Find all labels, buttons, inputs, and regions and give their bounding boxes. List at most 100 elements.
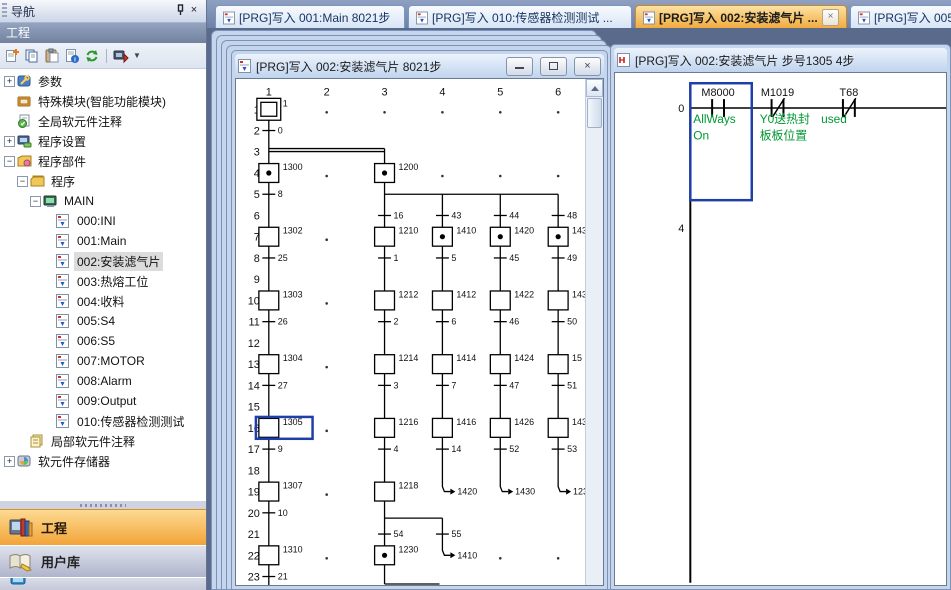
document-tab-1[interactable]: [PRG]写入 010:传感器检测测试 ... xyxy=(408,5,632,28)
tree-item-18[interactable]: 局部软元件注释 xyxy=(0,431,206,451)
expand-toggle[interactable]: + xyxy=(4,456,15,467)
sfc-step-1310[interactable]: 1310 xyxy=(259,544,303,564)
sfc-step-1300[interactable]: 1300 xyxy=(259,162,303,182)
sfc-empty-cell-dot[interactable] xyxy=(557,175,560,178)
sfc-step-1[interactable]: 1 xyxy=(257,98,288,120)
sfc-step-1420[interactable]: 1420 xyxy=(490,226,534,246)
sfc-step-1416[interactable]: 1416 xyxy=(432,417,476,437)
sfc-jump-1230[interactable]: 1230 xyxy=(558,487,585,497)
scrollbar-up-button[interactable] xyxy=(586,79,603,97)
sfc-empty-cell-dot[interactable] xyxy=(441,175,444,178)
sfc-step-1200[interactable]: 1200 xyxy=(375,162,419,182)
vertical-scrollbar[interactable] xyxy=(585,79,603,585)
sfc-jump-1420[interactable]: 1420 xyxy=(442,487,477,497)
tree-item-19[interactable]: +软元件存储器 xyxy=(0,451,206,471)
sfc-transition-49[interactable]: 49 xyxy=(552,253,577,263)
ladder-editor-canvas[interactable]: 04M8000AllWaysOnM1019Y0送热封板板位置T68used xyxy=(614,72,947,586)
tree-item-15[interactable]: 008:Alarm xyxy=(0,371,206,391)
tree-item-10[interactable]: 003:热熔工位 xyxy=(0,271,206,291)
sfc-transition-4[interactable]: 4 xyxy=(378,444,398,454)
document-tab-3[interactable]: [PRG]写入 005 xyxy=(850,5,951,28)
device-display-icon[interactable]: i xyxy=(64,48,80,64)
close-button[interactable]: × xyxy=(574,57,601,76)
sfc-transition-53[interactable]: 53 xyxy=(552,444,577,454)
paste-icon[interactable] xyxy=(44,48,60,64)
sfc-empty-cell-dot[interactable] xyxy=(499,175,502,178)
sfc-transition-51[interactable]: 51 xyxy=(552,380,577,390)
sfc-empty-cell-dot[interactable] xyxy=(325,111,328,114)
sfc-transition-14[interactable]: 14 xyxy=(436,444,461,454)
sidebar-button-工程[interactable]: 工程 xyxy=(0,509,206,545)
sfc-transition-7[interactable]: 7 xyxy=(436,380,456,390)
sfc-step-1304[interactable]: 1304 xyxy=(259,353,303,373)
tree-item-9[interactable]: 002:安装滤气片 xyxy=(0,251,206,271)
sfc-transition-1[interactable]: 1 xyxy=(378,253,398,263)
restore-button[interactable] xyxy=(540,57,567,76)
sidebar-button-partial[interactable] xyxy=(0,577,206,590)
tree-item-8[interactable]: 001:Main xyxy=(0,231,206,251)
collapse-toggle[interactable]: − xyxy=(30,196,41,207)
sfc-step-1302[interactable]: 1302 xyxy=(259,226,303,246)
sfc-step-1436[interactable]: 1436 xyxy=(548,417,585,437)
sfc-empty-cell-dot[interactable] xyxy=(557,557,560,560)
sfc-step-1422[interactable]: 1422 xyxy=(490,289,534,309)
sfc-transition-25[interactable]: 25 xyxy=(262,253,287,263)
filter-icon[interactable] xyxy=(113,48,129,64)
collapse-toggle[interactable]: − xyxy=(4,156,15,167)
tree-item-12[interactable]: 005:S4 xyxy=(0,311,206,331)
document-tab-0[interactable]: [PRG]写入 001:Main 8021步 xyxy=(215,5,405,28)
sfc-step-1305[interactable]: 1305 xyxy=(256,417,313,439)
sfc-step-1430[interactable]: 1430 xyxy=(548,226,585,246)
tab-close-button[interactable]: × xyxy=(822,9,839,26)
sfc-transition-16[interactable]: 16 xyxy=(378,210,403,220)
sfc-empty-cell-dot[interactable] xyxy=(325,238,328,241)
tree-item-3[interactable]: +程序设置 xyxy=(0,131,206,151)
sfc-step-1414[interactable]: 1414 xyxy=(432,353,476,373)
pin-icon[interactable] xyxy=(173,4,187,18)
tree-item-6[interactable]: −MAIN xyxy=(0,191,206,211)
expand-toggle[interactable]: + xyxy=(4,76,15,87)
close-icon[interactable]: × xyxy=(187,4,201,18)
sfc-step-1212[interactable]: 1212 xyxy=(375,289,419,309)
sfc-step-1424[interactable]: 1424 xyxy=(490,353,534,373)
sfc-empty-cell-dot[interactable] xyxy=(383,111,386,114)
document-tab-2[interactable]: [PRG]写入 002:安装滤气片 ...× xyxy=(635,5,847,28)
sfc-step-1210[interactable]: 1210 xyxy=(375,226,419,246)
sfc-transition-6[interactable]: 6 xyxy=(436,317,456,327)
sfc-transition-0[interactable]: 0 xyxy=(262,126,282,136)
sfc-transition-21[interactable]: 21 xyxy=(262,572,287,582)
sfc-transition-9[interactable]: 9 xyxy=(262,444,282,454)
tree-item-0[interactable]: +参数 xyxy=(0,71,206,91)
ladder-contact-T68[interactable]: T68used xyxy=(821,87,858,126)
sfc-step-1303[interactable]: 1303 xyxy=(259,289,303,309)
sfc-step-1412[interactable]: 1412 xyxy=(432,289,476,309)
tree-item-4[interactable]: −程序部件 xyxy=(0,151,206,171)
sfc-jump-1430[interactable]: 1430 xyxy=(500,487,535,497)
sfc-empty-cell-dot[interactable] xyxy=(325,366,328,369)
tree-item-11[interactable]: 004:收料 xyxy=(0,291,206,311)
sfc-empty-cell-dot[interactable] xyxy=(325,557,328,560)
sfc-transition-52[interactable]: 52 xyxy=(494,444,519,454)
splitter-handle[interactable] xyxy=(0,501,206,509)
sfc-transition-50[interactable]: 50 xyxy=(552,317,577,327)
sfc-step-1307[interactable]: 1307 xyxy=(259,481,303,501)
sfc-transition-46[interactable]: 46 xyxy=(494,317,519,327)
tree-item-17[interactable]: 010:传感器检测测试 xyxy=(0,411,206,431)
sfc-empty-cell-dot[interactable] xyxy=(325,430,328,433)
tree-item-2[interactable]: 全局软元件注释 xyxy=(0,111,206,131)
sfc-transition-2[interactable]: 2 xyxy=(378,317,398,327)
sfc-empty-cell-dot[interactable] xyxy=(441,111,444,114)
sfc-empty-cell-dot[interactable] xyxy=(325,302,328,305)
sfc-transition-47[interactable]: 47 xyxy=(494,380,519,390)
sfc-transition-10[interactable]: 10 xyxy=(262,508,287,518)
sfc-transition-48[interactable]: 48 xyxy=(552,210,577,220)
ladder-contact-M8000[interactable]: M8000AllWaysOn xyxy=(693,87,736,143)
collapse-toggle[interactable]: − xyxy=(17,176,28,187)
sfc-window-titlebar[interactable]: [PRG]写入 002:安装滤气片 8021步 × xyxy=(235,54,604,78)
navigation-titlebar[interactable]: 导航 × xyxy=(0,0,206,23)
sfc-jump-1410[interactable]: 1410 xyxy=(442,550,477,560)
sfc-empty-cell-dot[interactable] xyxy=(499,111,502,114)
sfc-editor-canvas[interactable]: 1234561234567891011121314151617181920212… xyxy=(235,78,604,586)
refresh-icon[interactable] xyxy=(84,48,100,64)
copy-icon[interactable] xyxy=(24,48,40,64)
